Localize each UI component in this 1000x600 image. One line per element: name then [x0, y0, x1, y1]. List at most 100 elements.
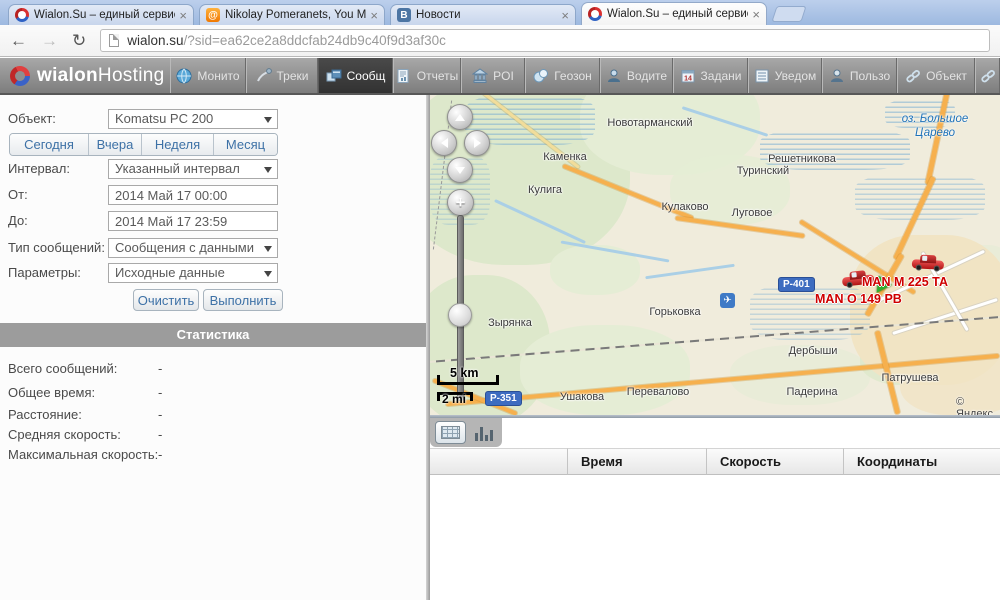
yandex-map[interactable]: Новотарманский Каменка Туринский Решетни…	[430, 95, 1000, 415]
yesterday-button[interactable]: Вчера	[88, 134, 141, 155]
logo-primary: wialon	[37, 65, 98, 86]
nav-item-geofences[interactable]: Геозон	[525, 58, 600, 93]
message-type-select[interactable]: Сообщения с данными	[108, 238, 278, 258]
map-place-label: Перевалово	[627, 386, 690, 398]
map-place-label: Горьковка	[649, 306, 700, 318]
nav-item-poi[interactable]: POI	[461, 58, 525, 93]
reload-button[interactable]: ↻	[72, 32, 86, 49]
tab-close-icon[interactable]: ×	[370, 9, 378, 22]
map-place-label: Туринский	[737, 165, 789, 177]
chain-link-icon	[905, 68, 921, 84]
nav-item-monitoring[interactable]: Монито	[170, 58, 246, 93]
messages-request-panel: Объект: Komatsu PC 200 Сегодня Вчера Нед…	[0, 95, 426, 600]
chart-view-button[interactable]	[475, 426, 495, 441]
back-button[interactable]: ←	[10, 32, 27, 49]
browser-tab-wialon-active[interactable]: Wialon.Su – единый сервис ×	[581, 2, 767, 25]
pan-left-button[interactable]	[431, 130, 457, 156]
vehicle-label[interactable]: MAN О 149 РВ	[815, 292, 902, 306]
map-place-label: Луговое	[732, 207, 773, 219]
wialon-favicon	[588, 7, 602, 21]
nav-item-tracks[interactable]: Треки	[246, 58, 318, 93]
road-badge: Р-401	[778, 277, 815, 292]
url-omnibox[interactable]: wialon.su /?sid=ea62ce2a8ddcfab24db9c40f…	[100, 29, 990, 52]
tab-close-icon[interactable]: ×	[752, 8, 760, 21]
messages-icon	[326, 68, 342, 84]
nav-item-label: Пользо	[850, 69, 890, 83]
lake-label: оз. Большое Царево	[883, 113, 987, 141]
nav-item-label: Объект	[926, 69, 967, 83]
table-view-button[interactable]	[435, 421, 466, 444]
nav-item-label: Задани	[701, 69, 742, 83]
wialon-toolbar: wialonHosting Монито Треки Сообщ Отчеты …	[0, 58, 1000, 95]
zoom-in-button[interactable]: +	[447, 189, 474, 216]
nav-item-notifications[interactable]: Уведом	[748, 58, 822, 93]
stat-label: Расстояние:	[8, 407, 82, 422]
nav-item-label: Уведом	[775, 69, 817, 83]
from-label: От:	[8, 185, 28, 205]
object-select[interactable]: Komatsu PC 200	[108, 109, 278, 129]
stat-value: -	[158, 361, 162, 376]
user-icon	[829, 68, 845, 84]
to-date-input[interactable]	[108, 211, 278, 231]
map-place-label: Зырянка	[488, 317, 532, 329]
vehicle-label[interactable]: MAN М 225 ТА	[862, 275, 948, 289]
wialon-hosting-logo: wialonHosting	[0, 58, 170, 93]
pan-down-button[interactable]	[447, 157, 473, 183]
messages-table-header: Время Скорость Координаты	[430, 448, 1000, 475]
tab-close-icon[interactable]: ×	[561, 9, 569, 22]
nav-item-label: Треки	[277, 69, 309, 83]
zoom-slider-knob[interactable]	[448, 303, 472, 327]
column-header-coordinates[interactable]: Координаты	[844, 448, 1000, 475]
pan-right-button[interactable]	[464, 130, 490, 156]
nav-item-messages[interactable]: Сообщ	[318, 58, 393, 93]
nav-item-units[interactable]: Объект	[897, 58, 975, 93]
chevron-down-icon	[264, 246, 272, 252]
map-place-label: Кулига	[528, 184, 562, 196]
messages-result-panel: Время Скорость Координаты	[430, 415, 1000, 600]
browser-tab-wialon-1[interactable]: Wialon.Su – единый сервис ×	[8, 4, 194, 25]
vehicle-marker-man-m225[interactable]	[912, 254, 945, 271]
tab-close-icon[interactable]: ×	[179, 9, 187, 22]
table-grid-icon	[441, 426, 460, 439]
clear-button[interactable]: Очистить	[133, 289, 199, 311]
nav-item-jobs[interactable]: 14 Задани	[673, 58, 748, 93]
execute-button[interactable]: Выполнить	[203, 289, 283, 311]
map-place-label: Кулаково	[661, 201, 708, 213]
from-date-input[interactable]	[108, 185, 278, 205]
wialon-logo-icon	[7, 62, 34, 89]
arrow-left-icon	[441, 138, 448, 148]
chevron-down-icon	[264, 167, 272, 173]
notification-list-icon	[754, 68, 770, 84]
arrow-down-icon	[455, 167, 465, 174]
map-place-label: Каменка	[543, 151, 586, 163]
nav-item-users[interactable]: Пользо	[822, 58, 897, 93]
tab-title: Wialon.Su – единый сервис	[34, 9, 175, 21]
browser-tab-agent[interactable]: @ Nikolay Pomeranets, You Mig ×	[199, 4, 385, 25]
interval-select[interactable]: Указанный интервал	[108, 159, 278, 179]
month-button[interactable]: Месяц	[213, 134, 277, 155]
statistics-header: Статистика	[0, 323, 426, 347]
nav-item-label: Монито	[197, 69, 239, 83]
nav-item-label: Геозон	[554, 69, 592, 83]
nav-item-drivers[interactable]: Водите	[600, 58, 673, 93]
column-header-speed[interactable]: Скорость	[707, 448, 844, 475]
nav-item-reports[interactable]: Отчеты	[393, 58, 461, 93]
forward-button[interactable]: →	[41, 32, 58, 49]
week-button[interactable]: Неделя	[141, 134, 213, 155]
chevron-down-icon	[264, 271, 272, 277]
road-badge: Р-351	[485, 391, 522, 406]
arrow-right-icon	[474, 138, 481, 148]
object-label: Объект:	[8, 109, 56, 129]
map-place-label: Патрушева	[881, 372, 938, 384]
column-header-empty[interactable]	[430, 448, 568, 475]
stat-value: -	[158, 427, 162, 442]
params-select[interactable]: Исходные данные	[108, 263, 278, 283]
column-header-time[interactable]: Время	[568, 448, 707, 475]
nav-item-label: POI	[493, 69, 514, 83]
nav-item-partial[interactable]	[975, 58, 1000, 93]
today-button[interactable]: Сегодня	[10, 134, 88, 155]
new-tab-button[interactable]	[771, 6, 806, 22]
pan-up-button[interactable]	[447, 104, 473, 130]
map-place-label: Падерина	[786, 386, 837, 398]
browser-tab-news[interactable]: B Новости ×	[390, 4, 576, 25]
